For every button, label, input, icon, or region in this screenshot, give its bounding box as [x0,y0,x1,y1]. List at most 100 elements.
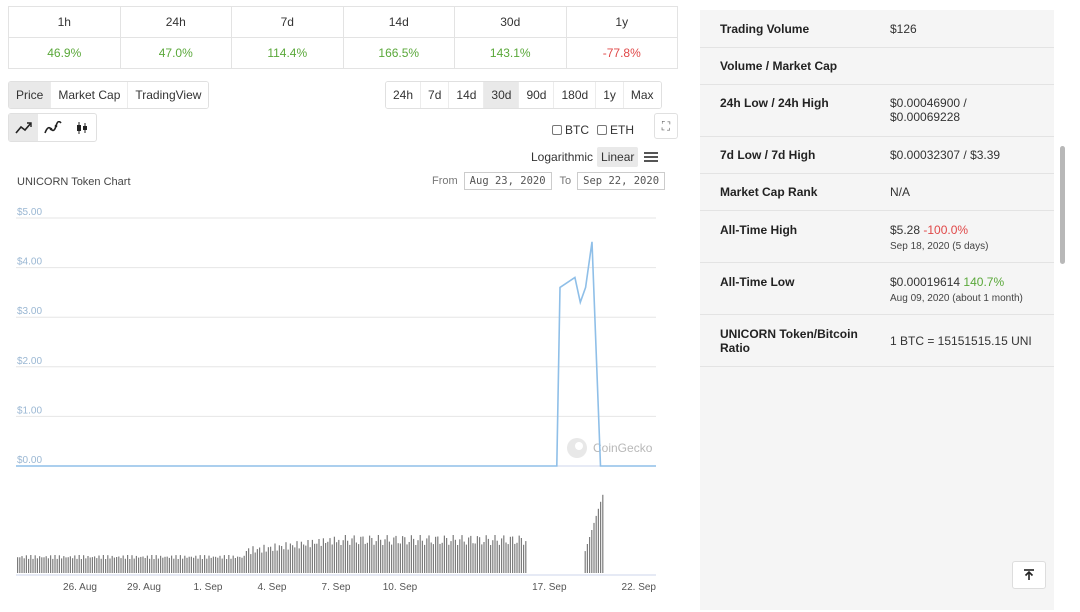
volume-bar [355,542,357,573]
scale-logarithmic[interactable]: Logarithmic [527,147,597,167]
to-date-input[interactable]: Sep 22, 2020 [577,172,666,190]
volume-bar [595,515,597,573]
volume-bar [252,546,254,573]
stat-all-time-low: All-Time Low $0.00019614 140.7% Aug 09, … [700,263,1054,315]
volume-bar [135,555,137,573]
volume-bar [377,535,379,573]
volume-bar [347,540,349,573]
volume-bar [366,542,368,573]
volume-bar [476,536,478,573]
volume-bar [591,530,593,573]
volume-bar [162,557,164,573]
stat-label: All-Time High [720,223,798,237]
volume-bar [129,559,131,573]
volume-bar [155,555,157,573]
panel-scrollbar[interactable] [1060,146,1065,264]
stat-24h-low-high: 24h Low / 24h High $0.00046900 /$0.00069… [700,85,1054,137]
volume-bar [342,540,344,573]
hamburger-menu-icon[interactable] [644,152,659,162]
volume-bar [353,535,355,573]
volume-bar [23,558,25,573]
volume-bar [221,558,223,573]
volume-bar [96,558,98,573]
compare-eth[interactable]: ETH [597,123,634,137]
from-label: From [432,175,458,187]
volume-bar [479,537,481,573]
volume-bar [21,556,23,573]
volume-bar [250,554,252,573]
scale-linear[interactable]: Linear [597,147,639,167]
volume-bar [474,543,476,573]
volume-bar [164,556,166,573]
volume-bar [349,544,351,573]
compare-btc[interactable]: BTC [552,123,589,137]
volume-bar [481,544,483,573]
volume-bar [316,543,318,573]
volume-bar [94,556,96,573]
smooth-line-chart-icon[interactable] [38,114,67,141]
price-chart[interactable]: $5.00 $4.00 $3.00 $2.00 $1.00 $0.00 CoinGecko… [0,195,680,600]
volume-bar [160,555,162,573]
eth-checkbox[interactable] [597,125,607,135]
volume-bar [111,555,113,573]
scroll-to-top-button[interactable] [1012,561,1046,589]
expand-icon[interactable]: ⛶ [654,113,678,139]
btc-checkbox[interactable] [552,125,562,135]
scale-toggle: Logarithmic Linear [527,147,659,167]
volume-bar [259,547,261,573]
volume-bar [448,544,450,573]
volume-bar [184,555,186,573]
volume-bar [67,557,69,573]
candlestick-icon[interactable] [67,114,96,141]
volume-bar [173,558,175,573]
range-max[interactable]: Max [622,82,661,108]
volume-bar [424,544,426,573]
volume-bar [505,542,507,573]
volume-bar [118,556,120,573]
chart-title: UNICORN Token Chart [17,176,131,188]
arrow-up-icon [1024,569,1034,580]
volume-bar [217,557,219,573]
range-14d[interactable]: 14d [448,82,484,108]
volume-bar [188,556,190,573]
volume-bar [41,557,43,573]
volume-bar [153,559,155,573]
volume-bar [419,535,421,573]
range-30d[interactable]: 30d [483,82,519,108]
volume-bar [146,555,148,573]
period-7d: 7d [231,7,343,37]
volume-bar [338,539,340,573]
volume-bar [69,556,71,573]
stat-label: Trading Volume [720,21,810,36]
volume-bar [457,545,459,573]
range-180d[interactable]: 180d [553,82,596,108]
stat-market-cap-rank: Market Cap Rank N/A [700,174,1054,211]
range-24h[interactable]: 24h [386,82,421,108]
range-7d[interactable]: 7d [420,82,449,108]
volume-bar [105,559,107,573]
range-90d[interactable]: 90d [518,82,554,108]
period-30d: 30d [454,7,566,37]
volume-bar [360,536,362,573]
tab-tradingview[interactable]: TradingView [127,82,209,108]
volume-bar [586,544,588,573]
line-chart-icon[interactable] [9,114,38,141]
volume-bar [380,539,382,573]
tab-market-cap[interactable]: Market Cap [50,82,128,108]
volume-bar [298,548,300,573]
volume-bar [417,540,419,573]
volume-bar [28,558,30,573]
range-1y[interactable]: 1y [595,82,623,108]
volume-bar [65,557,67,573]
volume-bar [439,543,441,573]
stat-label: Market Cap Rank [720,185,818,199]
volume-bar [199,555,201,573]
period-1h: 1h [57,15,71,29]
change-7d: 114.4% [231,38,343,68]
volume-bar [340,545,342,573]
tab-price[interactable]: Price [9,82,51,108]
from-date-input[interactable]: Aug 23, 2020 [463,172,552,190]
volume-bar [523,544,525,573]
ratio-label-line1: UNICORN Token/Bitcoin [720,326,858,341]
volume-bar [201,559,203,573]
